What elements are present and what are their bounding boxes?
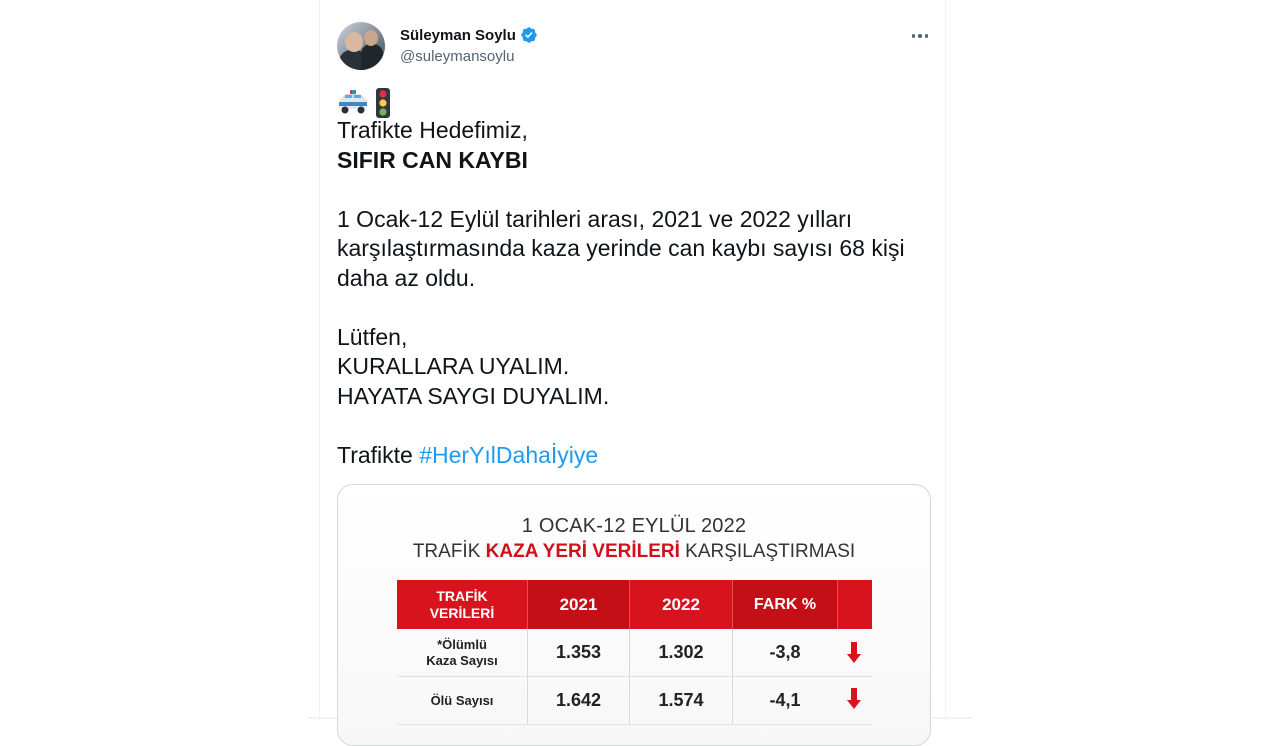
cell-fark: -4,1: [769, 690, 801, 710]
header-label-cell: TRAFİK VERİLERİ: [397, 580, 527, 629]
police-car-icon: [339, 90, 367, 114]
emoji-row: [337, 88, 391, 118]
media-title-line1: 1 OCAK-12 EYLÜL 2022: [521, 515, 747, 537]
tweet-line: daha az oldu.: [337, 264, 476, 291]
row-label: Ölü Sayısı: [430, 693, 494, 708]
table-row: Ölü Sayısı 1.642 1.574 -4,1: [397, 677, 872, 725]
media-title-post: KARŞILAŞTIRMASI: [679, 541, 856, 562]
media-title-line2: TRAFİK KAZA YERİ VERİLERİ KARŞILAŞTIRMAS…: [338, 541, 930, 563]
row-label: *Ölümlü Kaza Sayısı: [397, 629, 527, 676]
tweet-line: KURALLARA UYALIM.: [337, 353, 570, 379]
cell-fark: -3,8: [769, 642, 801, 662]
row-label-line1: *Ölümlü: [437, 636, 487, 652]
cell-2022: 1.574: [658, 690, 704, 710]
row-label-line2: Kaza Sayısı: [426, 652, 498, 668]
table-row: *Ölümlü Kaza Sayısı 1.353 1.302 -3,8: [397, 629, 872, 677]
header-label-line2: VERİLERİ: [429, 604, 495, 621]
down-arrow-icon: [847, 642, 861, 663]
more-dot-icon: [911, 34, 916, 38]
down-arrow-icon: [847, 688, 861, 709]
header-fark: FARK %: [733, 580, 837, 629]
media-title-highlight: KAZA YERİ VERİLERİ: [485, 541, 680, 562]
tweet-line-bold: SIFIR CAN KAYBI: [337, 146, 528, 173]
tweet-line: Lütfen,: [337, 323, 408, 350]
tweet-line-last: Trafikte #HerYılDahaİyiye: [337, 441, 927, 471]
avatar[interactable]: [337, 22, 385, 70]
cell-2021: 1.642: [555, 690, 602, 710]
tweet-media-image[interactable]: 1 OCAK-12 EYLÜL 2022 TRAFİK KAZA YERİ VE…: [337, 484, 931, 746]
media-title-pre: TRAFİK: [412, 541, 486, 562]
author-handle[interactable]: @suleymansoylu: [400, 48, 514, 65]
verified-badge-icon: [521, 27, 537, 43]
tweet-line: karşılaştırmasında kaza yerinde can kayb…: [337, 235, 905, 261]
tweet-line: 1 Ocak-12 Eylül tarihleri arası, 2021 ve…: [337, 205, 853, 232]
cell-2021: 1.353: [555, 642, 602, 662]
hashtag-link[interactable]: #HerYılDahaİyiye: [419, 442, 598, 468]
author-name-row[interactable]: Süleyman Soylu: [400, 25, 538, 45]
header-label-line1: TRAFİK: [436, 587, 488, 604]
more-options-button[interactable]: [908, 24, 932, 48]
display-name[interactable]: Süleyman Soylu: [400, 27, 516, 44]
header-2021: 2021: [528, 580, 629, 629]
table-header-row: TRAFİK VERİLERİ 2021 2022 FARK %: [397, 580, 872, 629]
cell-2022: 1.302: [658, 642, 704, 662]
tweet-line: Trafikte Hedefimiz,: [337, 117, 528, 143]
tweet-line: HAYATA SAYGI DUYALIM.: [337, 382, 610, 409]
more-dot-icon: [918, 34, 922, 38]
traffic-light-icon: [376, 88, 390, 118]
more-dot-icon: [924, 34, 929, 38]
tweet-text: Trafikte Hedefimiz, SIFIR CAN KAYBI 1 Oc…: [337, 116, 927, 470]
tweet-text-prefix: Trafikte: [337, 441, 420, 468]
header-2022: 2022: [662, 594, 700, 614]
